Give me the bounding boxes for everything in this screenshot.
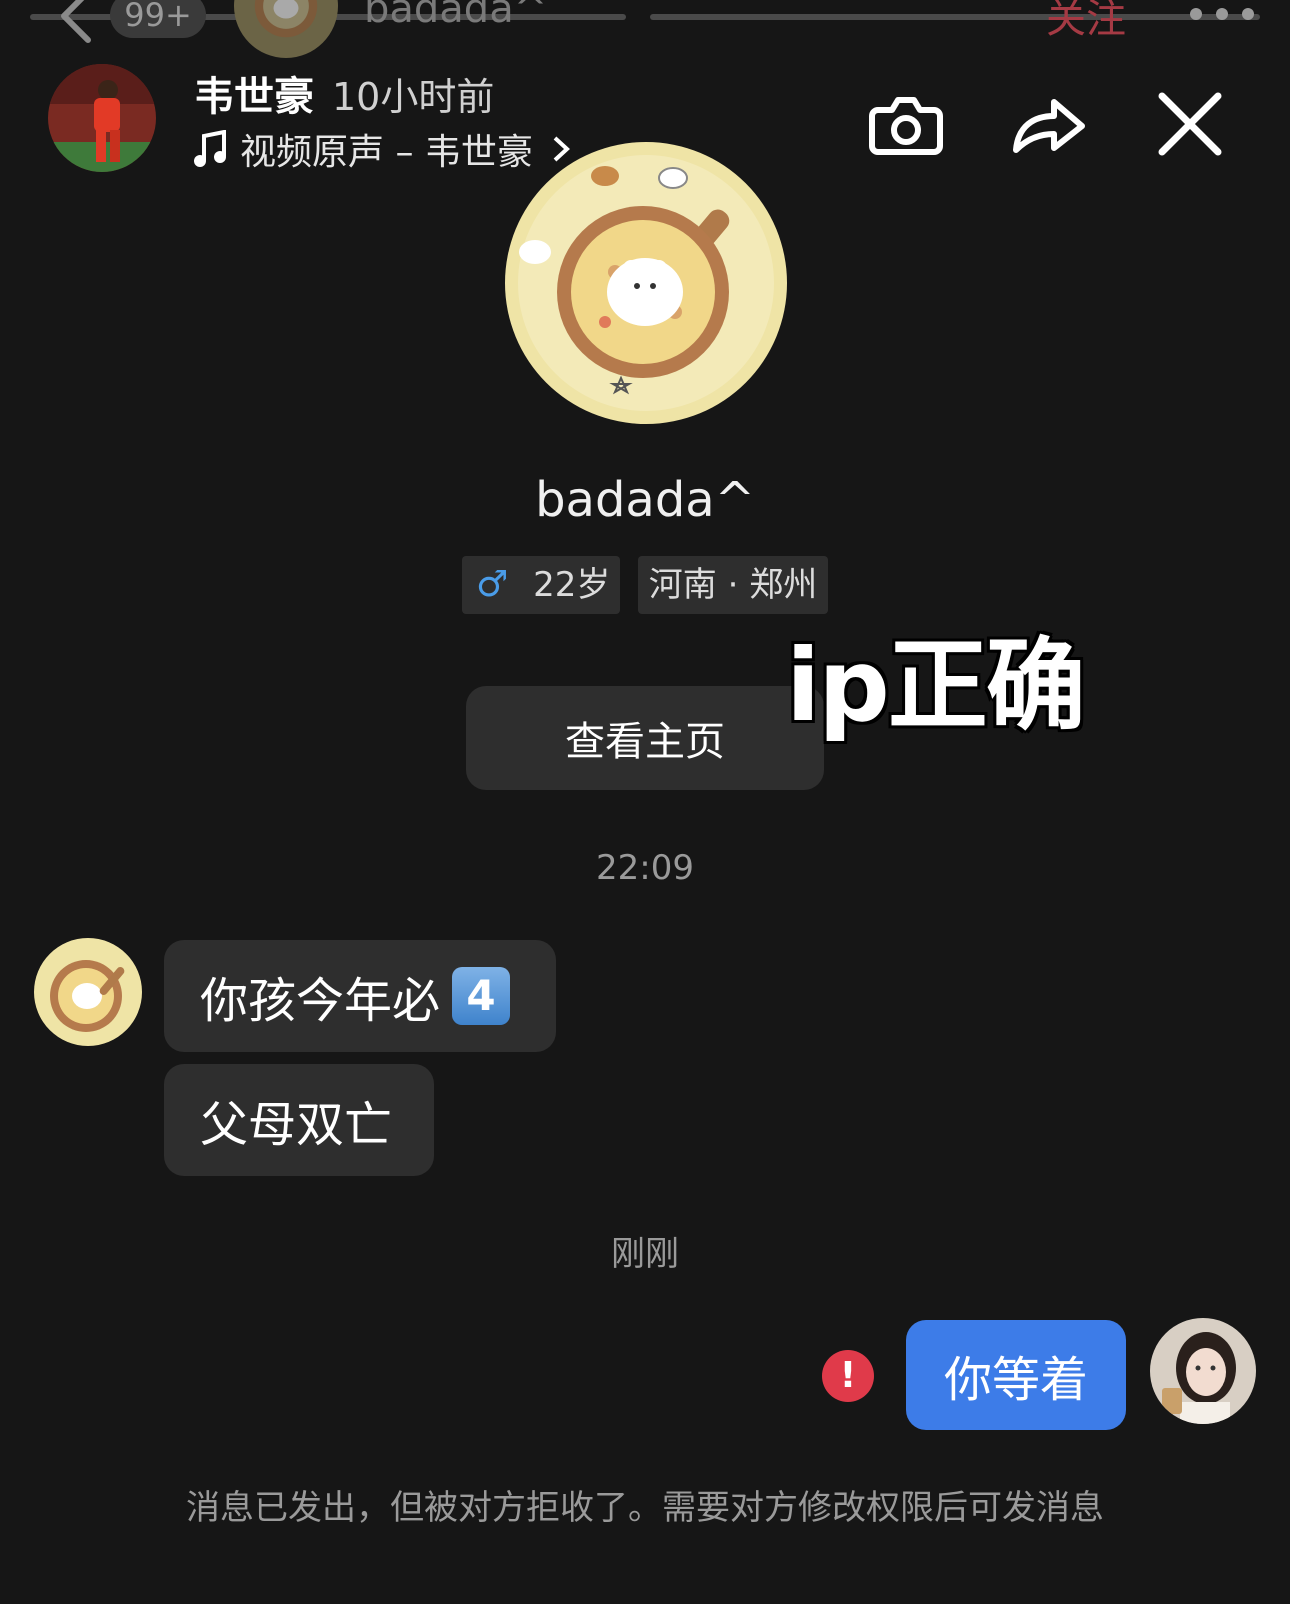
chat-title: badada^ [364,0,548,32]
send-failed-icon[interactable]: ! [822,1350,874,1402]
top-progress-bar-right [650,14,1260,20]
male-icon: ♂ [476,564,509,605]
follow-button[interactable]: 关注 [1046,0,1126,44]
message-timestamp: 刚刚 [611,1234,679,1274]
incoming-message-bubble[interactable]: 你孩今年必 4 [164,940,556,1052]
share-icon[interactable] [1008,84,1088,164]
rejected-notice: 消息已发出，但被对方拒收了。需要对方修改权限后可发消息 [186,1488,1104,1528]
unread-badge: 99+ [110,0,206,38]
author-avatar[interactable] [48,64,156,172]
author-name[interactable]: 韦世豪 [194,64,314,122]
profile-avatar-icon[interactable] [505,142,787,424]
profile-name: badada^ [535,472,755,528]
age-label: 22岁 [533,565,611,605]
more-icon[interactable] [1186,2,1258,26]
keycap-four-emoji: 4 [452,967,511,1025]
music-label: 视频原声 – 韦世豪 [240,132,533,173]
peer-avatar-icon[interactable] [34,938,142,1046]
message-text: 你等着 [943,1352,1088,1408]
message-text: 父母双亡 [200,1097,393,1153]
post-time: 10小时前 [332,75,495,119]
music-note-icon [194,130,226,167]
message-timestamp: 22:09 [596,848,694,888]
camera-icon[interactable] [866,84,946,164]
view-homepage-button[interactable]: 查看主页 [466,686,824,790]
age-chip: ♂ 22岁 [462,556,620,614]
close-icon[interactable] [1150,84,1230,164]
my-avatar[interactable] [1150,1318,1256,1424]
video-caption-overlay: ip正确 [786,627,1086,744]
outgoing-message-bubble[interactable]: 你等着 [906,1320,1126,1430]
back-icon[interactable] [52,0,112,46]
incoming-message-bubble[interactable]: 父母双亡 [164,1064,434,1176]
message-text: 你孩今年必 [200,973,441,1029]
chat-avatar-icon[interactable] [234,0,338,58]
